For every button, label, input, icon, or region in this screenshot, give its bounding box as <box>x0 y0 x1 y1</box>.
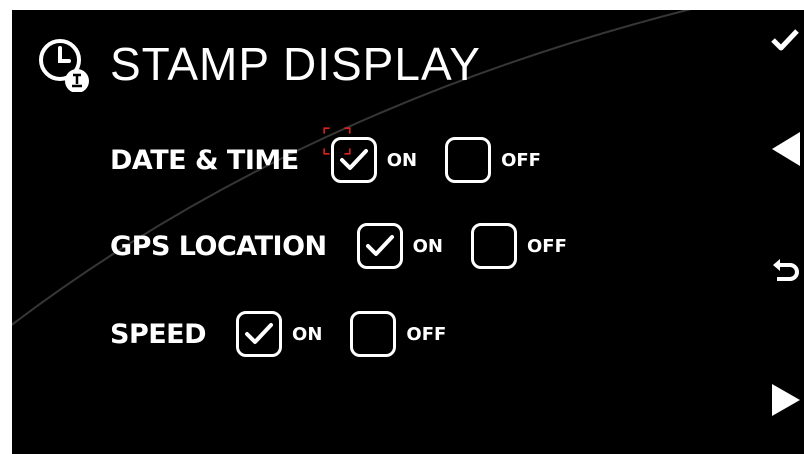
back-button[interactable] <box>766 254 804 290</box>
on-label: ON <box>292 323 323 345</box>
setting-label: GPS LOCATION <box>110 230 327 262</box>
on-label: ON <box>412 235 443 257</box>
date-time-on-checkbox[interactable] <box>323 127 377 183</box>
speed-on-checkbox[interactable] <box>236 311 283 357</box>
setting-label: DATE & TIME <box>110 144 299 176</box>
next-button[interactable] <box>766 378 804 422</box>
off-label: OFF <box>406 323 447 345</box>
gps-location-off-checkbox[interactable] <box>471 223 517 269</box>
setting-row-date-time: DATE & TIME ON OFF <box>110 127 569 188</box>
setting-label: SPEED <box>110 318 207 350</box>
speed-off-checkbox[interactable] <box>350 311 397 357</box>
page-title: STAMP DISPLAY <box>110 38 481 90</box>
on-label: ON <box>386 149 418 171</box>
check-icon <box>771 29 799 51</box>
off-label: OFF <box>501 149 541 171</box>
gps-location-on-checkbox[interactable] <box>356 223 403 269</box>
right-arrow-icon <box>772 384 800 416</box>
checkmark-icon <box>245 323 274 344</box>
back-icon <box>773 259 799 281</box>
off-label: OFF <box>527 235 567 257</box>
date-time-off-checkbox[interactable] <box>445 137 492 183</box>
confirm-button[interactable] <box>766 20 804 60</box>
header: STAMP DISPLAY <box>36 34 481 94</box>
checkmark-icon <box>365 235 394 256</box>
setting-row-speed: SPEED ON OFF <box>110 306 474 362</box>
setting-row-gps-location: GPS LOCATION ON OFF <box>110 218 595 274</box>
clock-stamp-icon <box>39 39 89 92</box>
camera-menu-screen: STAMP DISPLAY DATE & TIME ON OFF GPS LOC… <box>12 10 804 454</box>
previous-button[interactable] <box>766 126 804 172</box>
left-arrow-icon <box>772 132 800 166</box>
focus-cursor <box>323 127 351 155</box>
